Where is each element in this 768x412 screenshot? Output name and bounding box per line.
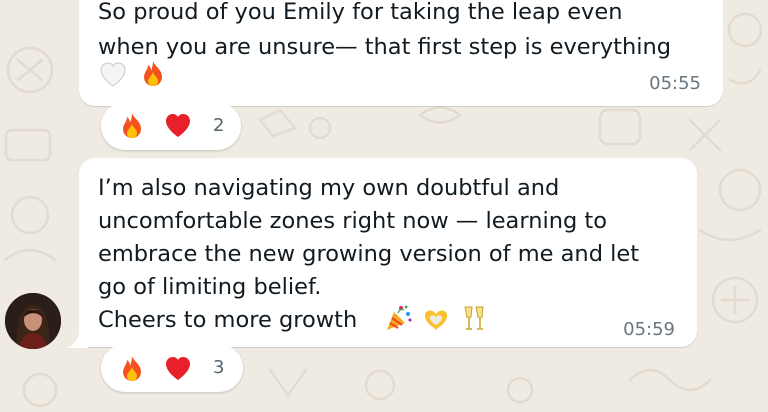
red-heart-icon — [166, 357, 190, 380]
message-timestamp: 05:55 — [649, 73, 701, 94]
message-text-line: So proud of you Emily for taking the lea… — [98, 0, 623, 25]
party-popper-icon — [387, 305, 412, 330]
reaction-bar-2[interactable]: 3 — [101, 344, 243, 392]
message-text-line: uncomfortable zones right now — learning… — [98, 208, 607, 234]
reaction-count: 2 — [213, 115, 225, 136]
avatar[interactable] — [5, 293, 61, 349]
message-text-line: go of limiting belief. — [98, 274, 322, 300]
message-bubble-1[interactable]: So proud of you Emily for taking the lea… — [79, 0, 723, 106]
sender-photo — [5, 293, 61, 349]
clinking-glasses-icon — [464, 306, 484, 330]
heart-hands-icon — [424, 310, 448, 330]
reaction-count: 3 — [213, 357, 225, 378]
white-heart-icon — [100, 62, 126, 87]
message-text-line: I’m also navigating my own doubtful and — [98, 175, 560, 201]
red-heart-icon — [166, 114, 190, 137]
fire-icon — [123, 356, 141, 381]
fire-icon — [123, 113, 141, 138]
fire-icon — [144, 61, 162, 86]
reaction-bar-1[interactable]: 2 — [101, 102, 241, 150]
message-text-line: embrace the new growing version of me an… — [98, 241, 640, 267]
message-text-line: Cheers to more growth — [98, 307, 358, 333]
message-text-line: when you are unsure— that first step is … — [98, 34, 672, 60]
bubble-tail — [66, 330, 88, 348]
message-timestamp: 05:59 — [623, 319, 675, 340]
message-bubble-2[interactable]: I’m also navigating my own doubtful and … — [79, 158, 697, 347]
